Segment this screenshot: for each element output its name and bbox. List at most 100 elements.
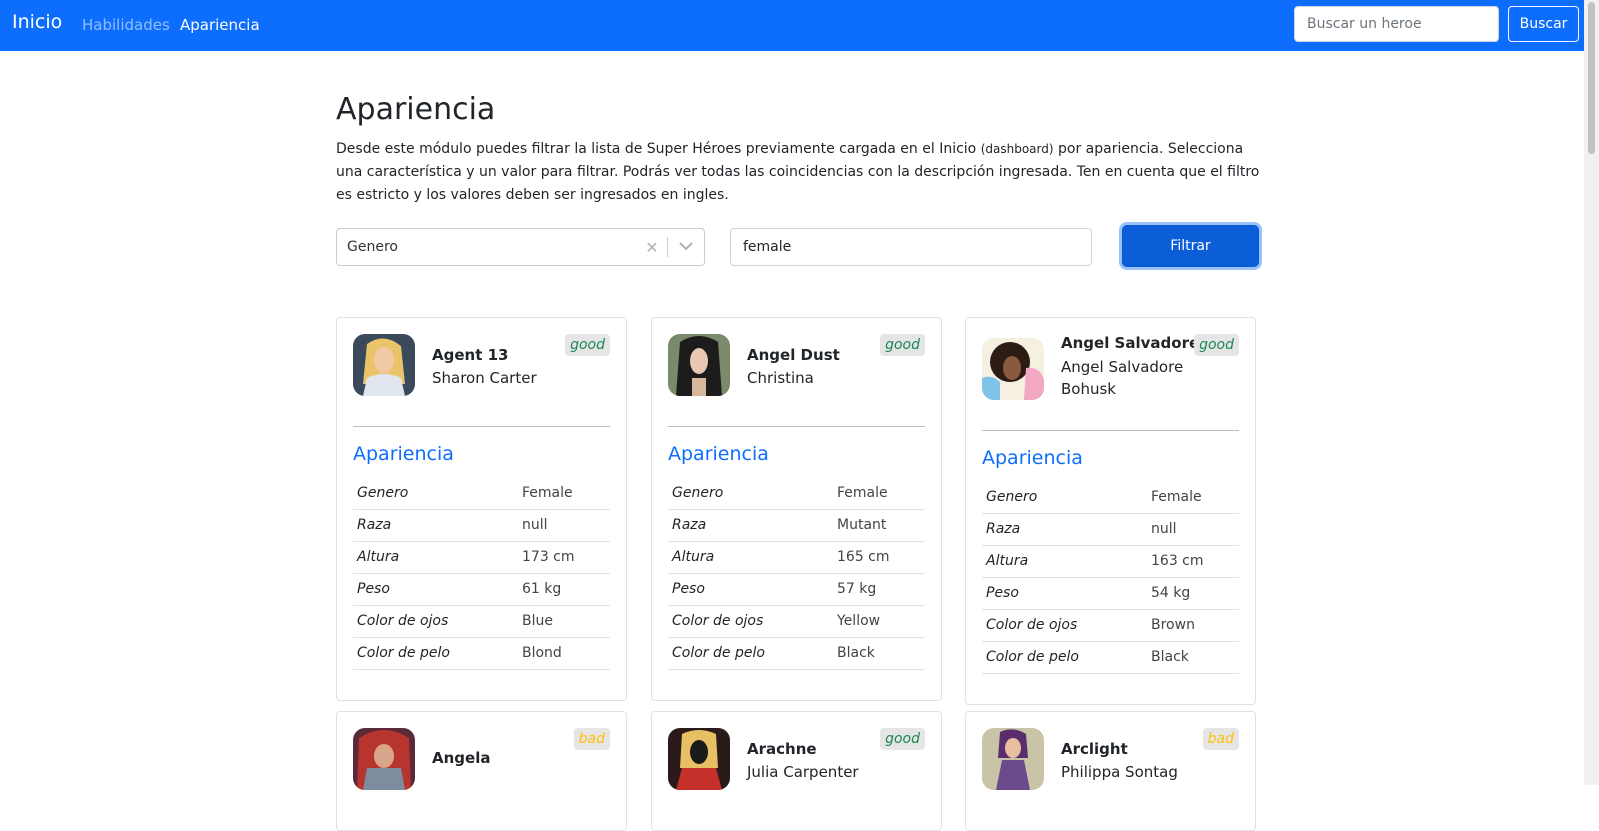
attr-value: Black (1147, 641, 1239, 674)
attr-value: Female (833, 477, 925, 510)
hero-avatar (353, 334, 415, 396)
table-row: Peso 57 kg (668, 573, 925, 606)
page-scrollbar-thumb[interactable] (1588, 2, 1595, 154)
chevron-down-icon[interactable] (668, 240, 704, 254)
alignment-badge: bad (1202, 728, 1239, 750)
card-divider (982, 430, 1239, 431)
attr-value: Female (518, 477, 610, 510)
table-row: Genero Female (668, 477, 925, 510)
attr-value: Blue (518, 605, 610, 638)
attr-label-altura: Altura (982, 545, 1147, 578)
attr-value: Female (1147, 481, 1239, 514)
hero-card[interactable]: Angel Salvadore Angel Salvadore Bohusk g… (965, 317, 1256, 705)
filter-value-input[interactable] (730, 228, 1092, 266)
table-row: Genero Female (982, 481, 1239, 514)
table-row: Color de pelo Black (982, 641, 1239, 674)
nav-link-apariencia[interactable]: Apariencia (180, 16, 260, 34)
hero-name: Angel Dust (747, 346, 840, 364)
hero-avatar (982, 338, 1044, 400)
alignment-badge: good (1194, 334, 1239, 356)
appearance-table: Genero Female Raza Mutant Altura 165 cm Pes… (668, 477, 925, 670)
table-row: Altura 165 cm (668, 541, 925, 574)
hero-real-name: Julia Carpenter (747, 763, 859, 781)
hero-card[interactable]: Angela bad (336, 711, 627, 831)
alignment-badge: good (880, 728, 925, 750)
table-row: Altura 163 cm (982, 545, 1239, 578)
attr-value: Blond (518, 637, 610, 670)
attr-label-altura: Altura (668, 541, 833, 574)
table-row: Genero Female (353, 477, 610, 510)
attr-label-peso: Peso (982, 577, 1147, 610)
attr-label-color-ojos: Color de ojos (982, 609, 1147, 642)
appearance-section-title: Apariencia (353, 443, 454, 465)
hero-search-button[interactable]: Buscar (1508, 6, 1579, 42)
hero-avatar (668, 728, 730, 790)
attr-value: null (518, 509, 610, 542)
attr-label-raza: Raza (668, 509, 833, 542)
clear-icon[interactable]: ✕ (637, 238, 667, 257)
nav-link-habilidades[interactable]: Habilidades (82, 16, 170, 34)
attr-label-color-pelo: Color de pelo (982, 641, 1147, 674)
attr-label-peso: Peso (353, 573, 518, 606)
hero-real-name: Philippa Sontag (1061, 763, 1178, 781)
table-row: Peso 54 kg (982, 577, 1239, 610)
hero-avatar (982, 728, 1044, 790)
table-row: Altura 173 cm (353, 541, 610, 574)
description-text-1: Desde este módulo puedes filtrar la list… (336, 141, 981, 157)
hero-real-name: Christina (747, 369, 814, 387)
hero-real-name: Angel Salvadore Bohusk (1061, 358, 1184, 398)
attr-value: 165 cm (833, 541, 925, 574)
attr-value: Brown (1147, 609, 1239, 642)
nav-brand-inicio[interactable]: Inicio (12, 11, 62, 33)
table-row: Color de pelo Blond (353, 637, 610, 670)
hero-avatar (353, 728, 415, 790)
attr-label-color-ojos: Color de ojos (353, 605, 518, 638)
attr-value: Yellow (833, 605, 925, 638)
attribute-select[interactable]: Genero ✕ (336, 228, 705, 266)
attr-label-genero: Genero (353, 477, 518, 510)
card-divider (353, 426, 610, 427)
attr-value: 163 cm (1147, 545, 1239, 578)
appearance-section-title: Apariencia (668, 443, 769, 465)
hero-name: Arachne (747, 740, 817, 758)
attr-label-peso: Peso (668, 573, 833, 606)
description-dashboard: (dashboard) (980, 142, 1054, 156)
alignment-badge: good (880, 334, 925, 356)
attr-label-genero: Genero (982, 481, 1147, 514)
table-row: Raza null (982, 513, 1239, 546)
page-title: Apariencia (336, 92, 496, 127)
table-row: Raza Mutant (668, 509, 925, 542)
hero-card[interactable]: Arclight Philippa Sontag bad (965, 711, 1256, 831)
alignment-badge: good (565, 334, 610, 356)
hero-search-input[interactable] (1294, 6, 1499, 42)
card-divider (668, 426, 925, 427)
table-row: Peso 61 kg (353, 573, 610, 606)
hero-card[interactable]: Arachne Julia Carpenter good (651, 711, 942, 831)
attribute-select-value: Genero (347, 239, 398, 255)
hero-name: Agent 13 (432, 346, 509, 364)
hero-card[interactable]: Agent 13 Sharon Carter good Apariencia G… (336, 317, 627, 701)
hero-card[interactable]: Angel Dust Christina good Apariencia Gen… (651, 317, 942, 701)
attr-label-altura: Altura (353, 541, 518, 574)
attr-value: 54 kg (1147, 577, 1239, 610)
filter-button[interactable]: Filtrar (1122, 225, 1259, 267)
top-navbar: Inicio Habilidades Apariencia Buscar (0, 0, 1584, 51)
attr-label-genero: Genero (668, 477, 833, 510)
attr-value: 57 kg (833, 573, 925, 606)
table-row: Color de pelo Black (668, 637, 925, 670)
attr-value: Mutant (833, 509, 925, 542)
hero-real-name: Sharon Carter (432, 369, 537, 387)
hero-name: Angel Salvadore (1061, 334, 1200, 352)
attr-label-raza: Raza (982, 513, 1147, 546)
table-row: Color de ojos Blue (353, 605, 610, 638)
table-row: Color de ojos Brown (982, 609, 1239, 642)
attr-value: 173 cm (518, 541, 610, 574)
hero-name: Angela (432, 749, 491, 767)
hero-name: Arclight (1061, 740, 1128, 758)
page-description: Desde este módulo puedes filtrar la list… (336, 138, 1266, 207)
attr-label-color-pelo: Color de pelo (668, 637, 833, 670)
attr-value: Black (833, 637, 925, 670)
attr-label-raza: Raza (353, 509, 518, 542)
table-row: Color de ojos Yellow (668, 605, 925, 638)
appearance-table: Genero Female Raza null Altura 173 cm Peso 6… (353, 477, 610, 670)
